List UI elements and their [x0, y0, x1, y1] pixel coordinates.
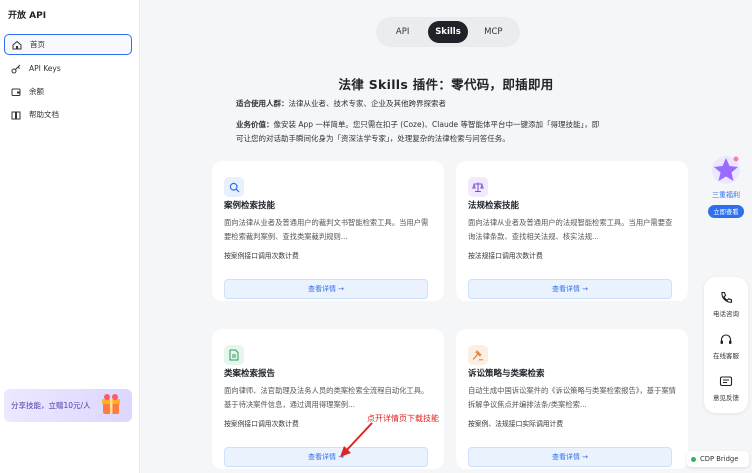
feedback-icon [719, 376, 733, 387]
bridge-label: CDP Bridge [700, 455, 739, 463]
card-title: 诉讼策略与类案检索 [468, 369, 545, 379]
audience-text: 法律从业者、技术专家、企业及其他跨界探索者 [288, 99, 447, 108]
promo-widget[interactable]: 三重福利 立即查看 [706, 150, 746, 222]
promo-title: 三重福利 [712, 191, 740, 199]
page-title: 法律 Skills 插件：零代码，即插即用 [338, 77, 554, 92]
skill-card-case-search[interactable]: 案例检索技能 面向法律从业者及普通用户的裁判文书智能检索工具。当用户需要检索裁判… [212, 161, 444, 301]
skill-card-law-search[interactable]: 法规检索技能 面向法律从业者及普通用户的法规智能检索工具。当用户需要查询法律条款… [456, 161, 688, 301]
card-title: 案例检索技能 [224, 201, 276, 211]
status-dot-icon [691, 456, 696, 462]
home-icon [11, 39, 23, 51]
card-description: 自动生成中国诉讼案件的《诉讼策略与类案检索报告》，基于案情拆解争议焦点并编排法条… [468, 386, 676, 409]
card-billing: 按案例接口调用次数计费 [224, 420, 299, 428]
card-description: 面向法律从业者及普通用户的裁判文书智能检索工具。当用户需要检索裁判案例、查找类案… [224, 218, 429, 241]
value-text-2: 可让您的对话助手瞬间化身为「资深法学专家」，处理复杂的法律检索与问答任务。 [236, 134, 510, 143]
sidebar: 开放 API 首页 API Keys 余额 帮助文档 分享技能，立赠10元/人 [0, 0, 140, 473]
sidebar-item-label: 首页 [30, 40, 45, 49]
sidebar-item-label: API Keys [29, 64, 61, 73]
promo-button[interactable]: 立即查看 [708, 205, 744, 218]
sidebar-item-label: 帮助文档 [29, 110, 59, 119]
support-label: 在线客服 [713, 352, 739, 360]
book-icon [10, 109, 22, 121]
tab-switcher: API Skills MCP [376, 17, 520, 47]
sidebar-item-balance[interactable]: 余额 [4, 81, 132, 102]
headset-icon [720, 334, 732, 344]
scale-icon [468, 177, 488, 197]
card-billing: 按案例接口调用次数计费 [224, 252, 299, 260]
share-banner[interactable]: 分享技能，立赠10元/人 [4, 389, 132, 422]
tab-skills[interactable]: Skills [427, 21, 468, 43]
annotation-text: 点开详情页下载技能 [367, 414, 439, 423]
support-label: 意见反馈 [713, 394, 739, 402]
card-description: 面向法律从业者及普通用户的法规智能检索工具。当用户需要查询法律条款、查找相关法规… [468, 218, 673, 241]
phone-consult-button[interactable]: 电话咨询 [704, 291, 748, 318]
annotation-arrow [340, 422, 373, 457]
gavel-icon [468, 345, 488, 365]
sidebar-item-docs[interactable]: 帮助文档 [4, 104, 132, 125]
support-panel: 电话咨询 在线客服 意见反馈 [704, 277, 748, 413]
skill-card-similar-case-report[interactable]: 类案检索报告 面向律师、法官助理及法务人员的类案检索全流程自动化工具。基于待决案… [212, 329, 444, 469]
cdp-bridge-status[interactable]: CDP Bridge [687, 451, 749, 467]
card-billing: 按法规接口调用次数计费 [468, 252, 543, 260]
sidebar-item-home[interactable]: 首页 [4, 34, 132, 55]
view-details-button[interactable]: 查看详情 → [468, 279, 672, 299]
view-details-button[interactable]: 查看详情 → [224, 447, 428, 467]
online-support-button[interactable]: 在线客服 [704, 333, 748, 360]
value-line-1: 业务价值：像安装 App 一样简单。您只需在扣子 (Coze)、Claude 等… [236, 118, 599, 132]
audience-label: 适合使用人群： [236, 99, 289, 108]
value-label: 业务价值： [236, 120, 274, 129]
value-line-2: 可让您的对话助手瞬间化身为「资深法学专家」，处理复杂的法律检索与问答任务。 [236, 132, 510, 146]
feedback-button[interactable]: 意见反馈 [704, 375, 748, 402]
view-details-button[interactable]: 查看详情 → [468, 447, 672, 467]
main-content: API Skills MCP 法律 Skills 插件：零代码，即插即用 适合使… [140, 0, 752, 473]
audience-line: 适合使用人群：法律从业者、技术专家、企业及其他跨界探索者 [236, 97, 446, 111]
card-billing: 按案例、法规接口实际调用计费 [468, 420, 564, 428]
search-icon [224, 177, 244, 197]
card-title: 法规检索技能 [468, 201, 520, 211]
skill-card-litigation-strategy[interactable]: 诉讼策略与类案检索 自动生成中国诉讼案件的《诉讼策略与类案检索报告》，基于案情拆… [456, 329, 688, 469]
tab-mcp[interactable]: MCP [473, 21, 513, 43]
value-text-1: 像安装 App 一样简单。您只需在扣子 (Coze)、Claude 等智能体平台… [273, 120, 600, 129]
star-icon [712, 156, 740, 184]
phone-icon [721, 291, 733, 303]
sidebar-item-label: 余额 [29, 87, 44, 96]
document-icon [224, 345, 244, 365]
view-details-button[interactable]: 查看详情 → [224, 279, 428, 299]
brand-title: 开放 API [8, 11, 47, 21]
support-label: 电话咨询 [713, 310, 739, 318]
tab-api[interactable]: API [383, 21, 423, 43]
wallet-icon [10, 86, 22, 98]
sidebar-item-api-keys[interactable]: API Keys [4, 58, 132, 79]
gift-icon [102, 394, 120, 414]
share-banner-text: 分享技能，立赠10元/人 [11, 401, 91, 410]
card-title: 类案检索报告 [224, 369, 276, 379]
card-description: 面向律师、法官助理及法务人员的类案检索全流程自动化工具。基于待决案件信息，通过调… [224, 386, 429, 409]
key-icon [10, 63, 22, 75]
